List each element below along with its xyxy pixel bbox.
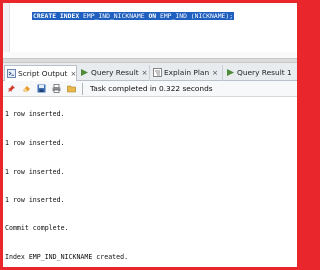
editor-gutter <box>3 3 10 58</box>
task-status-text: Task completed in 0.322 seconds <box>90 84 213 93</box>
output-tab-bar: Script Output × Query Result × Explain Pla… <box>3 63 297 82</box>
script-output-icon <box>7 69 16 78</box>
output-line: Index EMP_IND_NICKNAME created. <box>5 253 129 261</box>
tab-query-result-1[interactable]: Query Result 1 <box>224 65 297 81</box>
pin-icon[interactable] <box>7 84 16 93</box>
tab-script-output-label: Script Output <box>18 69 68 78</box>
tab-explain-plan[interactable]: Explain Plan × <box>151 65 223 81</box>
explain-plan-icon <box>153 68 162 77</box>
script-output-pane[interactable]: 1 row inserted. 1 row inserted. 1 row in… <box>3 97 297 267</box>
toolbar-separator <box>82 83 83 95</box>
tab-query-result-1-label: Query Result 1 <box>237 68 292 77</box>
output-line: 1 row inserted. <box>5 139 65 147</box>
output-line: Commit complete. <box>5 224 69 232</box>
output-line: 1 row inserted. <box>5 168 65 176</box>
open-file-icon[interactable] <box>67 84 76 93</box>
print-icon[interactable] <box>52 84 61 93</box>
query-result-icon <box>227 69 234 76</box>
sql-keyword-create-index: CREATE INDEX <box>33 12 80 20</box>
tab-query-result[interactable]: Query Result × <box>78 65 150 81</box>
sql-editor[interactable]: CREATE INDEX EMP_IND_NICKNAME ON EMP_IND… <box>3 3 297 58</box>
save-icon[interactable] <box>37 84 46 93</box>
eraser-icon[interactable] <box>22 84 31 93</box>
tab-script-output[interactable]: Script Output × <box>4 65 77 82</box>
tab-query-result-label: Query Result <box>91 68 139 77</box>
close-icon[interactable]: × <box>142 69 148 77</box>
sql-keyword-on: ON <box>148 12 157 20</box>
sql-developer-window: CREATE INDEX EMP_IND_NICKNAME ON EMP_IND… <box>3 3 297 267</box>
close-icon[interactable]: × <box>212 69 218 77</box>
close-icon[interactable]: × <box>70 70 76 78</box>
output-toolbar: Task completed in 0.322 seconds <box>3 81 297 97</box>
query-result-icon <box>81 69 88 76</box>
sql-statement[interactable]: CREATE INDEX EMP_IND_NICKNAME ON EMP_IND… <box>32 11 235 22</box>
sql-table-columns: EMP_IND (NICKNAME); <box>156 12 234 20</box>
tab-explain-plan-label: Explain Plan <box>164 68 210 77</box>
output-line: 1 row inserted. <box>5 196 65 204</box>
output-line: 1 row inserted. <box>5 110 65 118</box>
sql-index-name: EMP_IND_NICKNAME <box>79 12 149 20</box>
